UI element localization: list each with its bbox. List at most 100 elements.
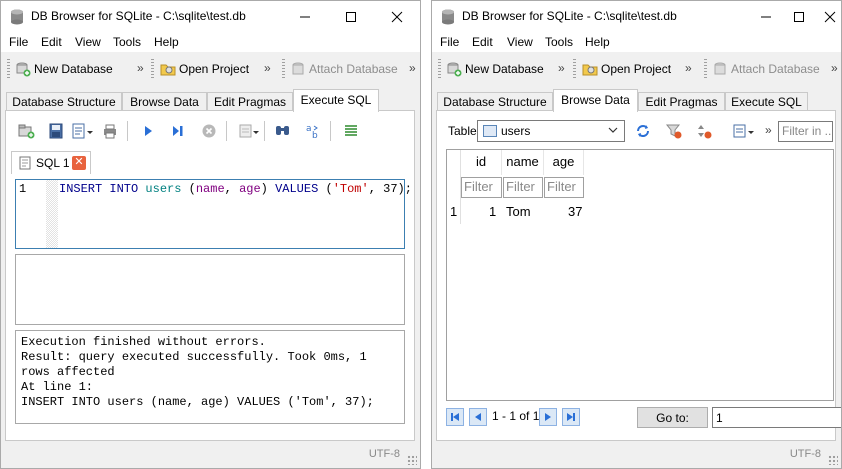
- sql-punct: (: [181, 182, 196, 196]
- menu-help[interactable]: Help: [585, 35, 610, 49]
- execute-sql-panel: ab SQL 1 ✕ 1 INSERT INTO users (name, ag…: [5, 110, 415, 441]
- minimize-button[interactable]: [751, 1, 781, 32]
- previous-page-button[interactable]: [469, 408, 487, 426]
- stop-execution-icon[interactable]: [200, 122, 218, 140]
- menu-file[interactable]: File: [440, 35, 459, 49]
- chevron-down-icon[interactable]: [747, 129, 755, 137]
- find-replace-icon[interactable]: ab: [304, 122, 322, 140]
- window-title: DB Browser for SQLite - C:\sqlite\test.d…: [462, 9, 677, 23]
- resize-grip[interactable]: [828, 455, 838, 465]
- tab-database-structure[interactable]: Database Structure: [6, 92, 122, 111]
- cell-name[interactable]: Tom: [506, 204, 531, 219]
- toolbar-grip[interactable]: [573, 59, 576, 79]
- maximize-button[interactable]: [328, 1, 374, 32]
- execution-message-pane[interactable]: Execution finished without errors. Resul…: [15, 330, 405, 424]
- menu-view[interactable]: View: [75, 35, 101, 49]
- global-filter-input[interactable]: Filter in ...: [778, 121, 833, 142]
- tab-execute-sql[interactable]: Execute SQL: [725, 92, 808, 111]
- toolbar-grip[interactable]: [704, 59, 707, 79]
- cell-age[interactable]: 37: [568, 204, 582, 219]
- execute-all-icon[interactable]: [139, 122, 157, 140]
- tab-edit-pragmas[interactable]: Edit Pragmas: [207, 92, 293, 111]
- go-to-row-input[interactable]: 1: [712, 407, 841, 428]
- tab-browse-data[interactable]: Browse Data: [553, 89, 638, 112]
- tab-execute-sql[interactable]: Execute SQL: [293, 89, 379, 112]
- tab-edit-pragmas[interactable]: Edit Pragmas: [638, 92, 725, 111]
- column-filter-name[interactable]: Filter: [503, 177, 543, 198]
- toolbar-grip[interactable]: [151, 59, 154, 79]
- close-button[interactable]: [374, 1, 420, 32]
- cell-id[interactable]: 1: [489, 204, 496, 219]
- last-page-icon: [567, 413, 575, 421]
- clear-filters-icon[interactable]: [665, 122, 683, 140]
- title-bar[interactable]: DB Browser for SQLite - C:\sqlite\test.d…: [432, 1, 841, 32]
- toolbar-extension-arrow[interactable]: »: [137, 61, 144, 75]
- comment-lines-icon[interactable]: [342, 122, 360, 140]
- maximize-button[interactable]: [784, 1, 814, 32]
- toolbar-grip[interactable]: [282, 59, 285, 79]
- tab-database-structure[interactable]: Database Structure: [437, 92, 553, 111]
- table-select[interactable]: users: [477, 120, 625, 142]
- column-header-id[interactable]: id: [461, 150, 502, 175]
- last-page-button[interactable]: [562, 408, 580, 426]
- attach-database-button[interactable]: Attach Database: [290, 58, 398, 80]
- main-toolbar: New Database » Open Project » Attach Dat…: [432, 53, 841, 85]
- open-project-button[interactable]: Open Project: [160, 58, 249, 80]
- toolbar-extension-arrow[interactable]: »: [264, 61, 271, 75]
- chevron-down-icon[interactable]: [252, 129, 260, 137]
- open-sql-file-icon[interactable]: [47, 122, 65, 140]
- menu-tools[interactable]: Tools: [113, 35, 141, 49]
- go-to-button[interactable]: Go to:: [637, 407, 708, 428]
- minimize-icon: [761, 16, 771, 18]
- close-button[interactable]: [815, 1, 841, 32]
- column-header-age[interactable]: age: [544, 150, 584, 175]
- refresh-icon[interactable]: [634, 122, 652, 140]
- toolbar-extension-arrow[interactable]: »: [765, 123, 772, 137]
- browse-data-panel: Table: users » Filter in ... id name age…: [436, 110, 841, 441]
- new-database-button[interactable]: New Database: [446, 58, 544, 80]
- toolbar-extension-arrow[interactable]: »: [558, 61, 565, 75]
- menu-bar: File Edit View Tools Help: [432, 32, 841, 52]
- query-results-grid[interactable]: [15, 254, 405, 325]
- message-line: Execution finished without errors.: [21, 335, 266, 349]
- column-filter-age[interactable]: Filter: [544, 177, 584, 198]
- menu-tools[interactable]: Tools: [545, 35, 573, 49]
- toolbar-extension-arrow[interactable]: »: [831, 61, 838, 75]
- menu-view[interactable]: View: [507, 35, 533, 49]
- find-text-icon[interactable]: [274, 122, 292, 140]
- execute-current-line-icon[interactable]: [169, 122, 187, 140]
- menu-edit[interactable]: Edit: [41, 35, 62, 49]
- sql-file-icon: [19, 156, 31, 170]
- column-header-name[interactable]: name: [502, 150, 544, 175]
- toolbar-extension-arrow[interactable]: »: [685, 61, 692, 75]
- menu-edit[interactable]: Edit: [472, 35, 493, 49]
- clear-sorting-icon[interactable]: [695, 122, 713, 140]
- close-tab-button[interactable]: ✕: [72, 156, 86, 170]
- database-app-icon: [442, 9, 454, 25]
- next-page-button[interactable]: [539, 408, 557, 426]
- sql-editor-tab[interactable]: SQL 1 ✕: [11, 151, 91, 174]
- data-grid[interactable]: id name age Filter Filter Filter 1 1 Tom…: [446, 149, 834, 401]
- chevron-down-icon[interactable]: [86, 129, 94, 137]
- message-line: At line 1:: [21, 380, 94, 394]
- sql-code-line: INSERT INTO users (name, age) VALUES ('T…: [59, 182, 412, 196]
- menu-file[interactable]: File: [9, 35, 28, 49]
- table-row[interactable]: 1 Tom 37: [447, 199, 585, 224]
- menu-help[interactable]: Help: [154, 35, 179, 49]
- svg-text:b: b: [312, 131, 318, 140]
- minimize-button[interactable]: [282, 1, 328, 32]
- toolbar-extension-arrow[interactable]: »: [409, 61, 416, 75]
- toolbar-grip[interactable]: [7, 59, 10, 79]
- resize-grip[interactable]: [407, 455, 417, 465]
- title-bar[interactable]: DB Browser for SQLite - C:\sqlite\test.d…: [1, 1, 420, 32]
- print-icon[interactable]: [101, 122, 119, 140]
- open-project-button[interactable]: Open Project: [582, 58, 671, 80]
- sql-editor[interactable]: 1 INSERT INTO users (name, age) VALUES (…: [15, 179, 412, 249]
- open-tab-icon[interactable]: [17, 122, 35, 140]
- toolbar-grip[interactable]: [438, 59, 441, 79]
- tab-browse-data[interactable]: Browse Data: [122, 92, 207, 111]
- column-filter-id[interactable]: Filter: [461, 177, 502, 198]
- attach-database-button[interactable]: Attach Database: [712, 58, 820, 80]
- new-database-button[interactable]: New Database: [15, 58, 113, 80]
- first-page-button[interactable]: [446, 408, 464, 426]
